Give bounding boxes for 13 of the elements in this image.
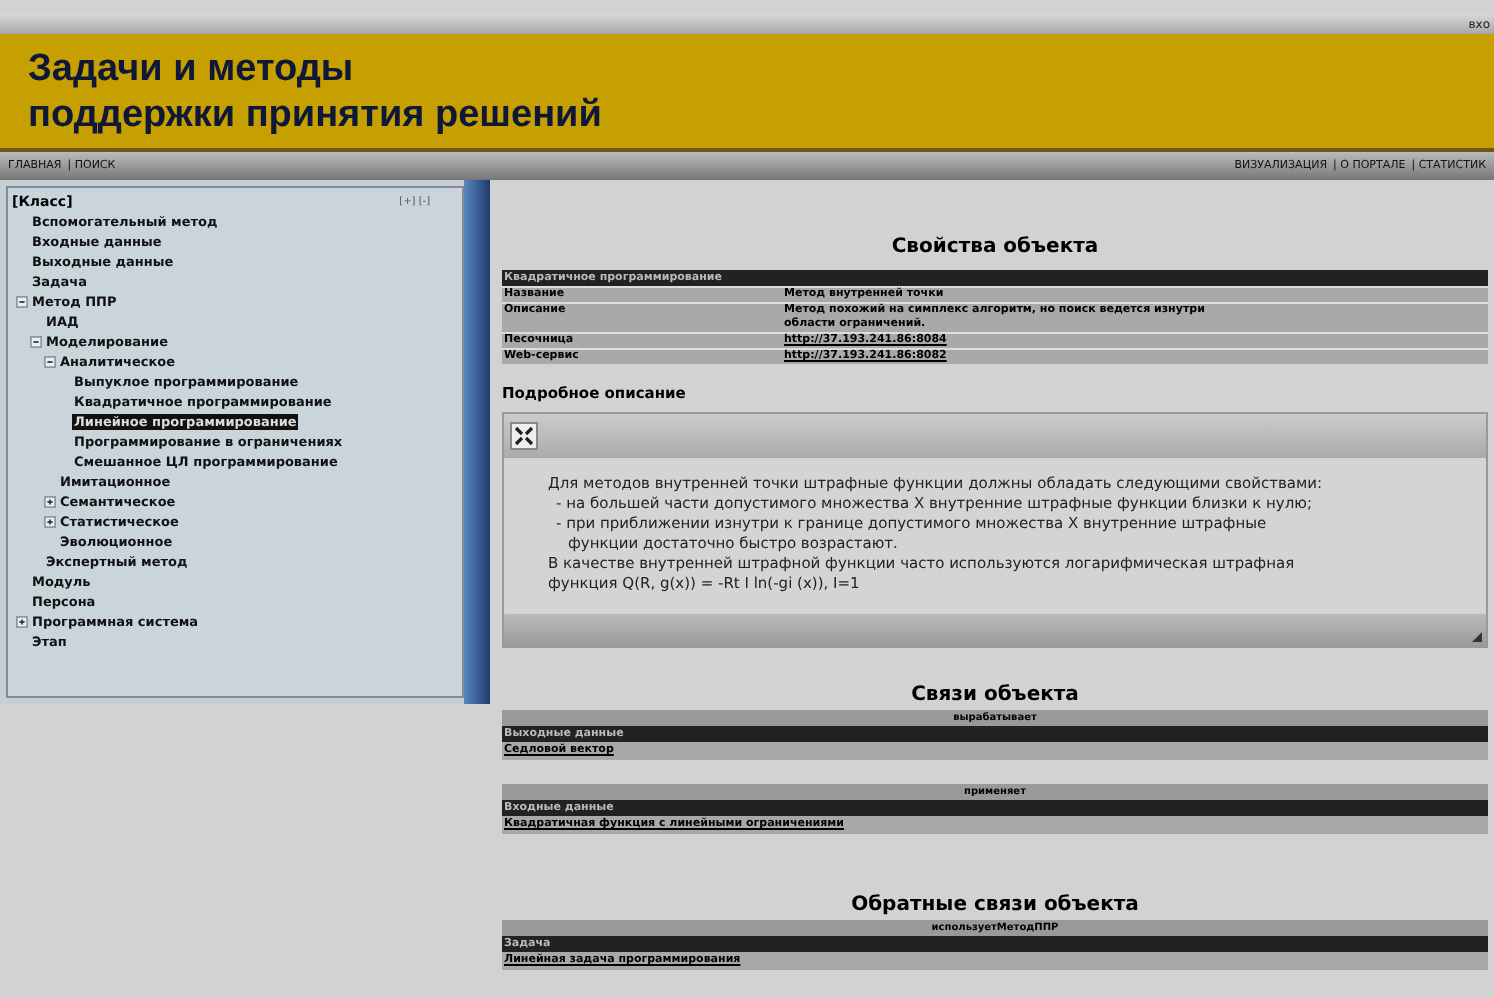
expander-icon[interactable]	[16, 296, 28, 308]
expander-icon[interactable]	[16, 616, 28, 628]
expander-icon[interactable]	[44, 516, 56, 528]
resize-grip-icon[interactable]	[1472, 632, 1482, 642]
expander-icon[interactable]	[30, 336, 42, 348]
section-title: Связи объекта	[909, 682, 1081, 710]
expander-icon[interactable]	[44, 356, 56, 368]
site-title: Задачи и методы	[28, 46, 356, 92]
section-title: Свойства объекта	[889, 234, 1101, 262]
collapse-icon[interactable]	[510, 422, 538, 450]
section-title: Обратные связи объекта	[849, 892, 1141, 920]
expander-icon[interactable]	[44, 496, 56, 508]
site-title: поддержки принятия решений	[28, 92, 604, 138]
